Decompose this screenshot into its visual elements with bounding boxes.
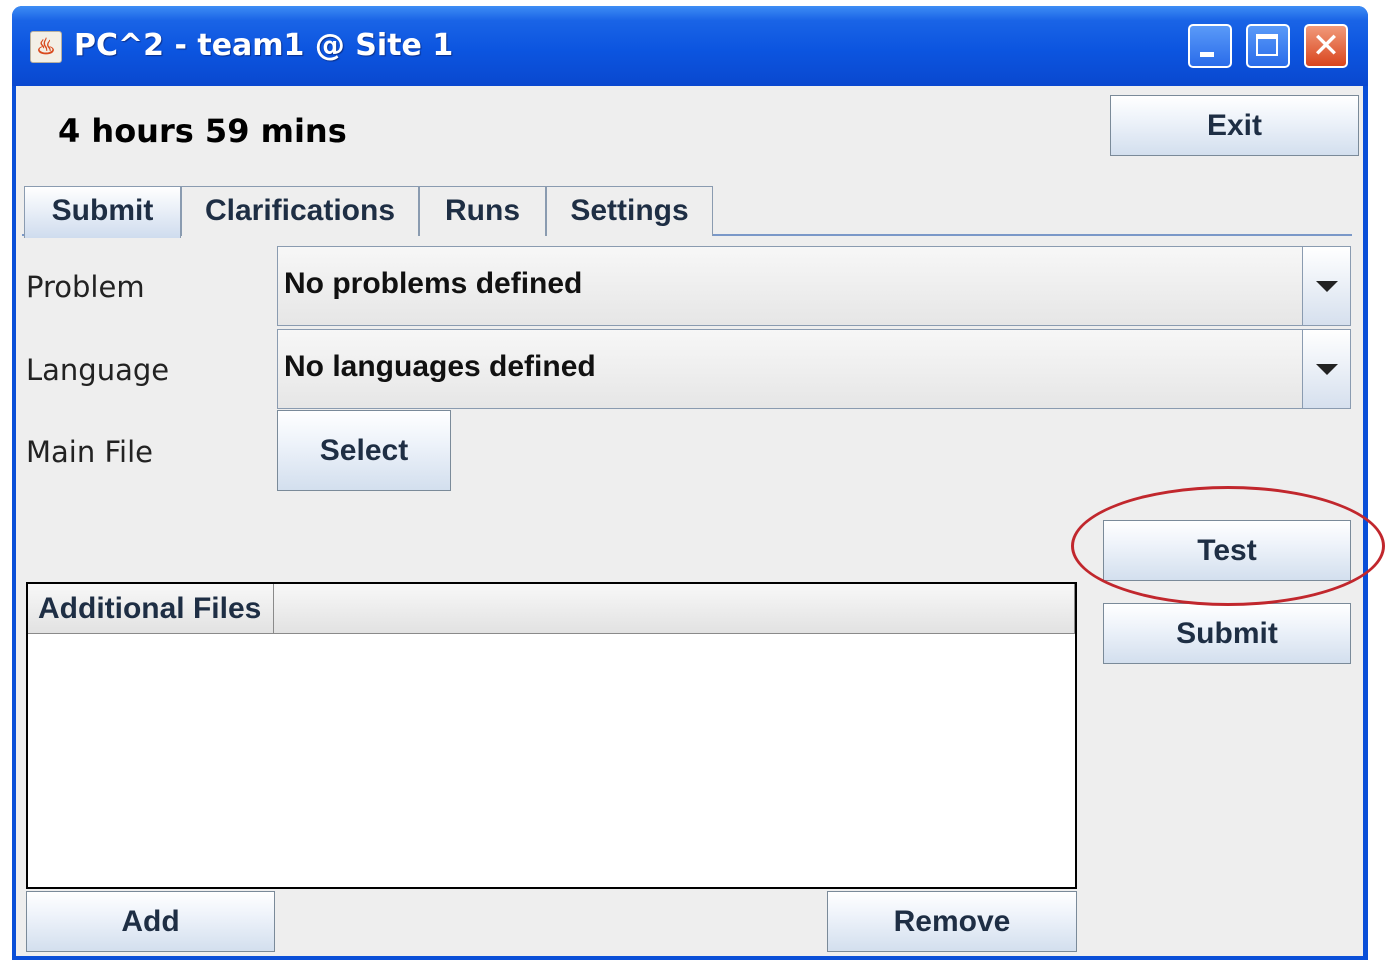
problem-combo[interactable]: No problems defined (277, 246, 1351, 326)
language-label: Language (26, 353, 170, 387)
remove-file-button[interactable]: Remove (827, 891, 1077, 952)
add-button-label: Add (121, 905, 180, 938)
tab-runs[interactable]: Runs (419, 186, 546, 236)
test-button[interactable]: Test (1103, 520, 1351, 581)
column-header-empty (274, 584, 1075, 634)
exit-button-label: Exit (1206, 109, 1263, 142)
tab-label: Clarifications (204, 194, 396, 227)
tab-clarifications[interactable]: Clarifications (181, 186, 419, 236)
select-button-label: Select (319, 434, 409, 467)
select-file-button[interactable]: Select (277, 410, 451, 491)
tab-settings[interactable]: Settings (546, 186, 713, 236)
remove-button-label: Remove (893, 905, 1011, 938)
title-bar[interactable]: ♨ PC^2 - team1 @ Site 1 ✕ (12, 6, 1368, 86)
column-header-label: Additional Files (38, 592, 262, 625)
close-icon: ✕ (1311, 26, 1341, 66)
exit-button[interactable]: Exit (1110, 95, 1359, 156)
problem-dropdown-button[interactable] (1302, 247, 1350, 325)
problem-label: Problem (26, 270, 145, 304)
minimize-button[interactable] (1188, 24, 1232, 68)
minimize-icon (1200, 52, 1214, 57)
chevron-down-icon (1316, 281, 1338, 292)
language-combo[interactable]: No languages defined (277, 329, 1351, 409)
problem-value: No problems defined (284, 267, 583, 300)
tab-label: Runs (445, 194, 520, 227)
chevron-down-icon (1316, 364, 1338, 375)
language-value: No languages defined (284, 350, 596, 383)
language-dropdown-button[interactable] (1302, 330, 1350, 408)
add-file-button[interactable]: Add (26, 891, 275, 952)
java-cup-icon: ♨ (30, 31, 62, 63)
time-remaining: 4 hours 59 mins (58, 112, 347, 150)
tab-submit[interactable]: Submit (24, 186, 181, 238)
close-button[interactable]: ✕ (1304, 24, 1348, 68)
tab-label: Submit (51, 194, 154, 227)
main-file-label: Main File (26, 435, 153, 469)
additional-files-table[interactable]: Additional Files (26, 582, 1077, 889)
submit-button[interactable]: Submit (1103, 603, 1351, 664)
test-button-label: Test (1197, 534, 1257, 567)
column-header-additional-files[interactable]: Additional Files (28, 584, 274, 634)
window-title: PC^2 - team1 @ Site 1 (74, 28, 454, 63)
maximize-icon (1256, 34, 1278, 56)
maximize-button[interactable] (1246, 24, 1290, 68)
submit-button-label: Submit (1176, 617, 1278, 650)
tab-label: Settings (570, 194, 689, 227)
